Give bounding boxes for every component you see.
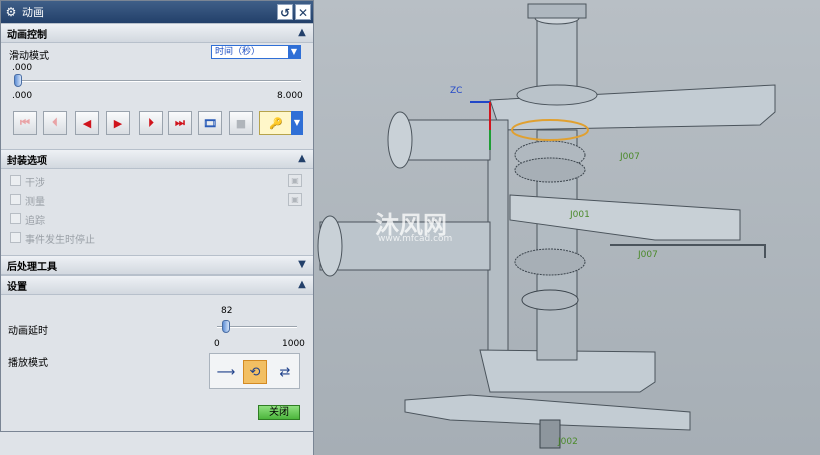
delay-value: 82 — [221, 306, 233, 316]
option-label: 干涉 — [25, 178, 45, 189]
step-back-button[interactable]: ⏴ — [43, 111, 67, 135]
delay-label: 动画延时 — [8, 326, 48, 337]
section-settings[interactable]: 设置 ▲ — [1, 275, 313, 295]
fast-forward-button[interactable]: ⏭ — [168, 111, 192, 135]
current-time-value: .000 — [12, 63, 33, 73]
section-post-processing[interactable]: 后处理工具 ▼ — [1, 255, 313, 275]
dialog-title: 动画 — [22, 6, 44, 19]
measure-settings-icon[interactable]: ▣ — [288, 193, 302, 206]
play-forward-button[interactable]: ▶ — [106, 111, 130, 135]
time-slider-thumb[interactable] — [14, 74, 22, 87]
option-label: 测量 — [25, 197, 45, 208]
play-once-icon[interactable]: ⟶ — [214, 360, 238, 384]
section-title: 设置 — [7, 281, 27, 293]
stop-button[interactable]: ■ — [229, 111, 253, 135]
interference-settings-icon[interactable]: ▣ — [288, 174, 302, 187]
interference-checkbox[interactable] — [10, 175, 21, 186]
watermark-url: www.mfcad.com — [378, 234, 453, 244]
delay-slider-thumb[interactable] — [222, 320, 230, 333]
part-label: J007 — [638, 250, 658, 260]
rewind-to-start-button[interactable]: ⏮ — [13, 111, 37, 135]
part-label: J002 — [558, 437, 578, 447]
step-forward-button[interactable]: ⏵ — [139, 111, 163, 135]
time-slider-track[interactable] — [15, 80, 301, 82]
animation-control-body: 滑动模式 时间（秒） ▼ .000 .000 8.000 ⏮ ⏴ ◀ ▶ ⏵ ⏭… — [1, 43, 313, 149]
part-label: J007 — [620, 152, 640, 162]
gear-icon[interactable]: ⚙ — [4, 5, 18, 19]
dialog-titlebar[interactable]: ⚙ 动画 ↺ ✕ — [1, 1, 313, 23]
section-animation-control[interactable]: 动画控制 ▲ — [1, 23, 313, 43]
section-title: 动画控制 — [7, 29, 47, 41]
slide-mode-select[interactable]: 时间（秒） ▼ — [211, 45, 301, 59]
chevron-up-icon[interactable]: ▲ — [294, 277, 310, 293]
loop-option-button[interactable]: 🔑 — [259, 111, 293, 135]
delay-max: 1000 — [282, 339, 305, 349]
section-encapsulation[interactable]: 封装选项 ▲ — [1, 149, 313, 169]
option-label: 追踪 — [25, 216, 45, 227]
chevron-down-icon[interactable]: ▼ — [294, 257, 310, 273]
reset-icon[interactable]: ↺ — [277, 4, 293, 20]
playback-mode-group: ⟶ ⟲ ⇄ — [209, 353, 300, 389]
close-icon[interactable]: ✕ — [295, 4, 311, 20]
dialog-footer-strip — [0, 432, 314, 455]
stop-on-event-checkbox[interactable] — [10, 232, 21, 243]
trace-checkbox[interactable] — [10, 213, 21, 224]
section-title: 后处理工具 — [7, 261, 57, 273]
chevron-up-icon[interactable]: ▲ — [294, 151, 310, 167]
playback-mode-label: 播放模式 — [8, 358, 48, 369]
chevron-down-icon[interactable]: ▼ — [288, 46, 300, 58]
close-button[interactable]: 关闭 — [258, 405, 300, 420]
chevron-down-icon[interactable]: ▼ — [291, 111, 303, 135]
range-max: 8.000 — [277, 91, 303, 101]
record-movie-button[interactable]: 🎞 — [198, 111, 222, 135]
slide-mode-label: 滑动模式 — [9, 51, 49, 62]
reverse-loop-icon[interactable]: ⇄ — [273, 360, 297, 384]
chevron-up-icon[interactable]: ▲ — [294, 25, 310, 41]
measure-checkbox[interactable] — [10, 194, 21, 205]
slide-mode-value: 时间（秒） — [215, 47, 261, 57]
loop-icon[interactable]: ⟲ — [243, 360, 267, 384]
section-title: 封装选项 — [7, 155, 47, 167]
encapsulation-body: 干涉 ▣ 测量 ▣ 追踪 事件发生时停止 — [1, 169, 313, 255]
play-reverse-button[interactable]: ◀ — [75, 111, 99, 135]
delay-min: 0 — [214, 339, 220, 349]
option-label: 事件发生时停止 — [25, 235, 95, 246]
axis-label-zc: ZC — [450, 86, 463, 96]
part-label: J001 — [570, 210, 590, 220]
range-min: .000 — [12, 91, 33, 101]
